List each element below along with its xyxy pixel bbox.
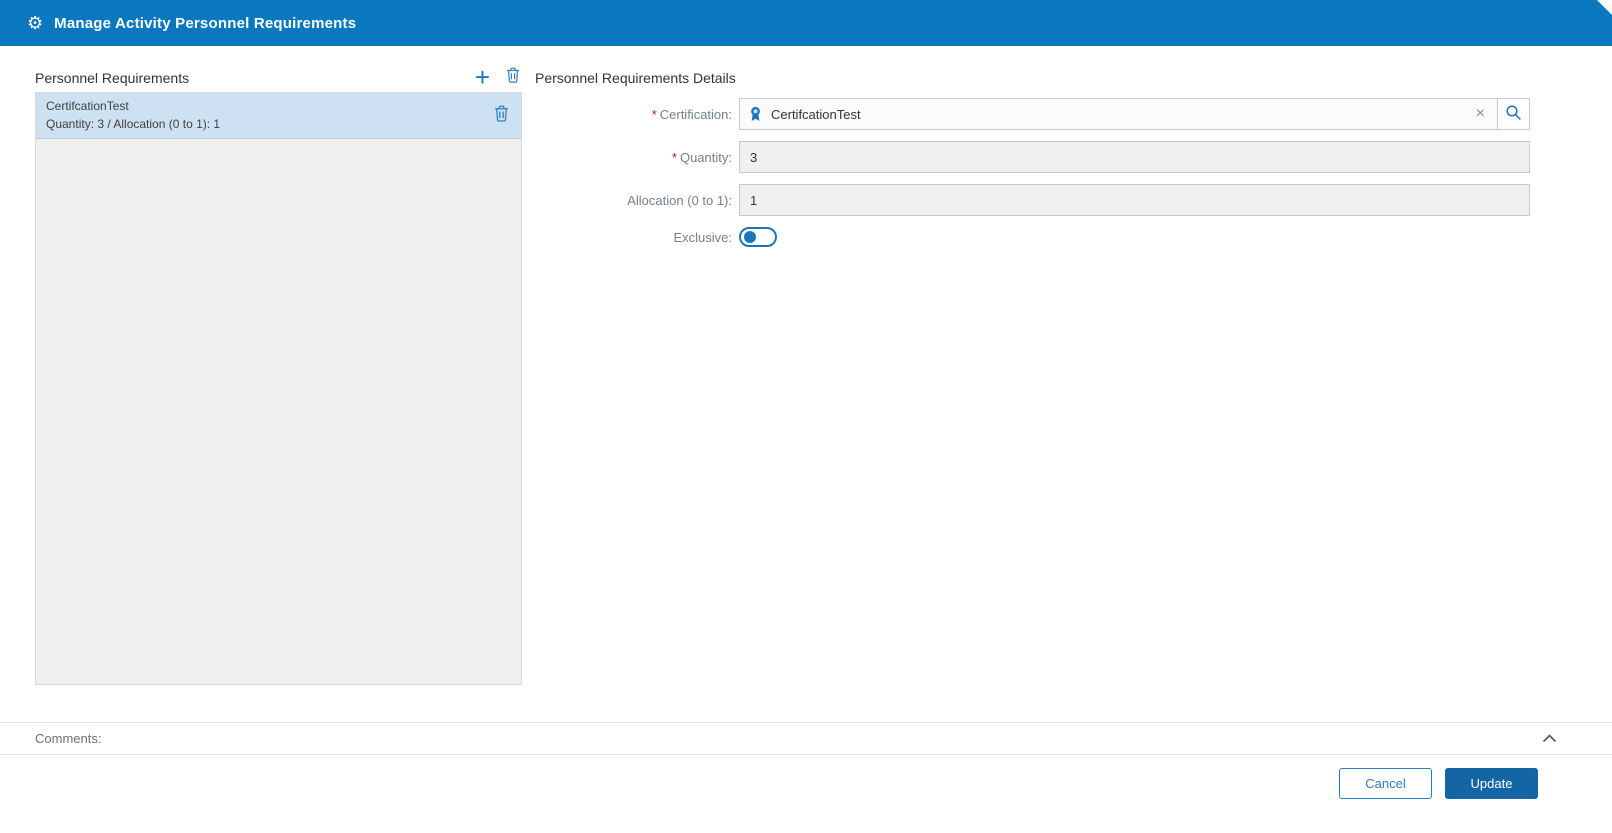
list-toolbar: + <box>475 64 522 90</box>
details-title: Personnel Requirements Details <box>535 70 736 86</box>
page-title: Manage Activity Personnel Requirements <box>54 14 357 32</box>
certification-badge-icon <box>749 106 762 122</box>
certification-label: * Certification: <box>651 106 732 122</box>
certification-search-button[interactable] <box>1497 98 1530 130</box>
personnel-requirements-panel: Personnel Requirements + CertifcationTes… <box>35 62 522 685</box>
comments-label: Comments: <box>35 731 102 746</box>
add-requirement-button[interactable]: + <box>475 64 490 90</box>
clear-certification-icon[interactable]: × <box>1473 106 1488 122</box>
quantity-input[interactable] <box>739 141 1530 173</box>
required-indicator: * <box>651 106 657 122</box>
list-item-text: CertifcationTest Quantity: 3 / Allocatio… <box>46 99 220 131</box>
corner-notch <box>1597 0 1612 15</box>
quantity-label: * Quantity: <box>671 149 732 165</box>
certification-lookup-field: CertifcationTest × <box>739 98 1530 130</box>
allocation-input[interactable] <box>739 184 1530 216</box>
certification-value: CertifcationTest <box>771 106 861 122</box>
collapse-comments-button[interactable] <box>1540 729 1559 748</box>
allocation-label: Allocation (0 to 1): <box>627 192 732 208</box>
exclusive-row: Exclusive: <box>535 227 1535 247</box>
trash-icon <box>494 105 509 125</box>
toggle-knob <box>744 231 756 243</box>
quantity-row: * Quantity: <box>535 141 1535 173</box>
personnel-requirements-title: Personnel Requirements <box>35 70 190 86</box>
allocation-row: Allocation (0 to 1): <box>535 184 1535 216</box>
certification-input[interactable]: CertifcationTest × <box>739 98 1498 130</box>
cancel-button[interactable]: Cancel <box>1339 768 1432 799</box>
exclusive-toggle[interactable] <box>739 227 777 247</box>
list-item-name: CertifcationTest <box>46 99 129 113</box>
search-icon <box>1505 104 1522 124</box>
delete-requirement-button[interactable] <box>506 67 520 86</box>
personnel-requirements-list[interactable]: CertifcationTest Quantity: 3 / Allocatio… <box>35 92 522 685</box>
gear-icon: ⚙ <box>27 13 44 33</box>
delete-item-button[interactable] <box>494 105 509 125</box>
personnel-requirements-header: Personnel Requirements + <box>35 62 522 90</box>
chevron-up-icon <box>1542 731 1557 746</box>
trash-icon <box>506 67 520 86</box>
footer-actions: Cancel Update <box>0 756 1612 833</box>
list-item[interactable]: CertifcationTest Quantity: 3 / Allocatio… <box>36 93 521 139</box>
required-indicator: * <box>671 149 677 165</box>
certification-row: * Certification: CertifcationTest × <box>535 98 1535 130</box>
update-button[interactable]: Update <box>1445 768 1538 799</box>
personnel-requirements-details-panel: Personnel Requirements Details * Certific… <box>535 62 1535 258</box>
comments-section: Comments: <box>0 722 1612 755</box>
list-item-details: Quantity: 3 / Allocation (0 to 1): 1 <box>46 117 221 131</box>
exclusive-label: Exclusive: <box>673 229 732 245</box>
window-titlebar: ⚙ Manage Activity Personnel Requirements <box>0 0 1612 46</box>
